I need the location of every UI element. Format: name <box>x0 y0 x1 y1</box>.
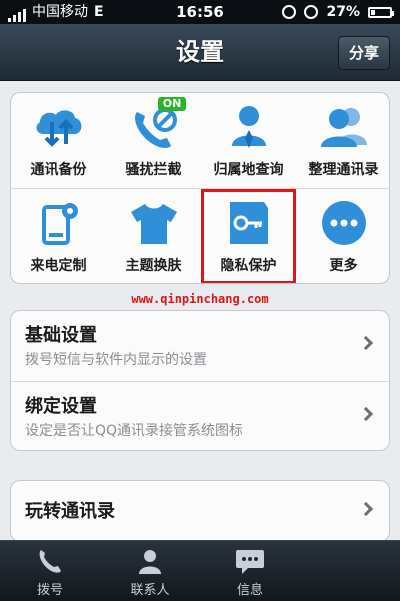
settings-group: 基础设置 拨号短信与软件内显示的设置 绑定设置 设定是否让QQ通讯录接管系统图标 <box>10 310 390 451</box>
settings-row-explore[interactable]: 玩转通讯录 <box>11 481 389 541</box>
share-button[interactable]: 分享 <box>338 36 390 70</box>
row-subtitle: 拨号短信与软件内显示的设置 <box>25 352 207 368</box>
tab-label: 拨号 <box>36 583 63 598</box>
more-icon <box>296 197 389 249</box>
row-title: 绑定设置 <box>25 396 97 417</box>
tshirt-icon <box>106 197 201 249</box>
tile-label: 主题换肤 <box>125 258 182 274</box>
status-bar: 中国移动 E 16:56 27% <box>0 0 400 24</box>
tile-call-custom[interactable]: 来电定制 <box>11 189 106 283</box>
row-subtitle: 设定是否让QQ通讯录接管系统图标 <box>25 423 244 439</box>
tile-theme-skin[interactable]: 主题换肤 <box>106 189 201 283</box>
contact-icon <box>100 547 200 577</box>
row-title: 基础设置 <box>25 325 97 346</box>
tile-contact-backup[interactable]: 通讯备份 <box>11 93 106 188</box>
tab-label: 联系人 <box>130 583 170 598</box>
tile-privacy-protection[interactable]: 隐私保护 <box>201 189 296 283</box>
rotation-lock-icon <box>282 5 297 19</box>
bottom-tab-bar: 拨号 联系人 信息 <box>0 540 400 601</box>
settings-row-basic[interactable]: 基础设置 拨号短信与软件内显示的设置 <box>11 311 389 381</box>
tile-label: 整理通讯录 <box>308 162 379 178</box>
key-icon <box>201 197 296 249</box>
tab-contacts[interactable]: 联系人 <box>100 541 200 601</box>
tile-organize-contacts[interactable]: 整理通讯录 <box>296 93 389 188</box>
title-bar: 设置 分享 <box>0 24 400 81</box>
message-icon <box>200 547 300 577</box>
tile-location-lookup[interactable]: 归属地查询 <box>201 93 296 188</box>
tile-label: 骚扰拦截 <box>125 162 182 178</box>
cloud-sync-icon <box>11 101 106 153</box>
tile-label: 归属地查询 <box>213 162 284 178</box>
on-badge: ON <box>158 97 186 111</box>
phone-block-icon <box>106 101 201 153</box>
tile-label: 通讯备份 <box>30 162 87 178</box>
person-location-icon <box>201 101 296 153</box>
tile-more[interactable]: 更多 <box>296 189 389 283</box>
battery-icon <box>368 6 394 18</box>
chevron-right-icon <box>358 406 374 422</box>
battery-percent: 27% <box>326 4 360 20</box>
phone-icon <box>0 547 100 577</box>
watermark-text: www.qinpinchang.com <box>131 292 269 306</box>
settings-row-binding[interactable]: 绑定设置 设定是否让QQ通讯录接管系统图标 <box>11 381 389 450</box>
alarm-icon <box>304 5 319 19</box>
tab-messages[interactable]: 信息 <box>200 541 300 601</box>
chevron-right-icon <box>358 335 374 351</box>
tile-spam-block[interactable]: ON 骚扰拦截 <box>106 93 201 188</box>
contacts-group-icon <box>296 101 389 153</box>
tab-label: 信息 <box>236 583 263 598</box>
tile-label: 来电定制 <box>30 258 87 274</box>
tab-dial[interactable]: 拨号 <box>0 541 100 601</box>
feature-grid: 通讯备份 ON 骚扰拦截 归属地查询 整理通讯录 来电定制 主题换肤 隐私保护 … <box>10 92 390 284</box>
row-title: 玩转通讯录 <box>25 501 115 522</box>
phone-settings-icon <box>11 197 106 249</box>
chevron-right-icon <box>358 501 374 517</box>
tile-label: 更多 <box>329 258 358 274</box>
tile-label: 隐私保护 <box>220 258 277 274</box>
settings-group: 玩转通讯录 <box>10 480 390 542</box>
